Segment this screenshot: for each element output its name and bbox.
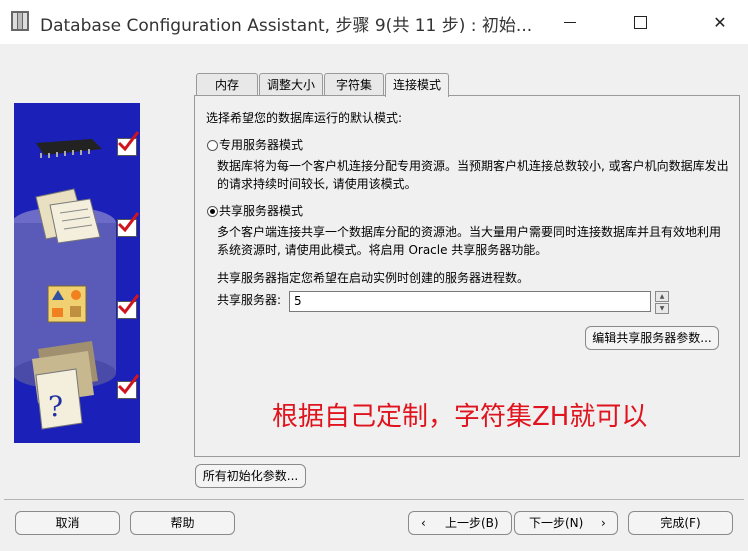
maximize-button[interactable] <box>612 0 668 44</box>
checkmark-icon <box>117 131 140 152</box>
back-button-label: 上一步(B) <box>445 516 499 530</box>
shared-server-radio[interactable] <box>207 206 218 217</box>
tab-sizing[interactable]: 调整大小 <box>259 73 323 96</box>
tab-memory[interactable]: 内存 <box>196 73 258 96</box>
help-button[interactable]: 帮助 <box>130 511 235 535</box>
edit-shared-server-params-button[interactable]: 编辑共享服务器参数... <box>585 326 719 350</box>
step-check-1 <box>117 131 140 156</box>
mode-prompt: 选择希望您的数据库运行的默认模式: <box>206 111 403 125</box>
chevron-left-icon: ‹ <box>421 516 426 530</box>
next-button-label: 下一步(N) <box>529 516 584 530</box>
step-check-2 <box>117 212 140 237</box>
database-app-icon <box>11 11 29 31</box>
maximize-icon <box>633 15 647 29</box>
spinner-down-icon[interactable]: ▼ <box>655 303 669 314</box>
dedicated-server-label[interactable]: 专用服务器模式 <box>219 137 303 154</box>
shared-servers-spinner[interactable]: ▲ ▼ <box>655 291 669 314</box>
checkmark-icon <box>117 212 140 233</box>
dedicated-server-desc-1: 数据库将为每一个客户机连接分配专用资源。当预期客户机连接总数较小, 或客户机向数… <box>217 159 729 173</box>
shared-server-label[interactable]: 共享服务器模式 <box>219 203 303 220</box>
red-annotation: 根据自己定制，字符集ZH就可以 <box>272 402 648 432</box>
title-bar: Database Configuration Assistant, 步骤 9(共… <box>0 0 748 44</box>
checkmark-icon <box>117 374 140 395</box>
memory-chip-icon <box>36 139 102 158</box>
step-check-3 <box>117 294 140 319</box>
folders-help-icon: ? <box>32 341 98 430</box>
minimize-icon <box>564 21 576 23</box>
spinner-up-icon[interactable]: ▲ <box>655 291 669 302</box>
all-init-params-button[interactable]: 所有初始化参数... <box>195 464 306 488</box>
tab-connection-mode[interactable]: 连接模式 <box>385 73 449 97</box>
footer-divider <box>4 499 744 500</box>
shapes-icon <box>47 285 87 323</box>
cancel-button[interactable]: 取消 <box>15 511 120 535</box>
next-button[interactable]: 下一步(N) › <box>514 511 618 535</box>
minimize-button[interactable] <box>542 0 598 44</box>
documents-icon <box>35 188 101 244</box>
svg-text:?: ? <box>48 390 63 423</box>
dedicated-server-desc-2: 的请求持续时间较长, 请使用该模式。 <box>217 177 417 191</box>
tab-character-sets[interactable]: 字符集 <box>324 73 384 96</box>
shared-servers-note: 共享服务器指定您希望在启动实例时创建的服务器进程数。 <box>217 271 530 285</box>
close-button[interactable]: ✕ <box>692 0 748 44</box>
back-button[interactable]: ‹ 上一步(B) <box>408 511 512 535</box>
checkmark-icon <box>117 294 140 315</box>
shared-servers-input[interactable]: 5 <box>289 291 651 312</box>
dedicated-server-radio[interactable] <box>207 140 218 151</box>
chevron-right-icon: › <box>601 516 606 530</box>
shared-servers-label: 共享服务器: <box>217 293 282 307</box>
close-icon: ✕ <box>713 12 727 32</box>
shared-server-desc-2: 系统资源时, 请使用此模式。将启用 Oracle 共享服务器功能。 <box>217 243 548 257</box>
step-check-4 <box>117 374 140 399</box>
window-title: Database Configuration Assistant, 步骤 9(共… <box>40 16 533 36</box>
wizard-graphic: ? <box>14 103 140 443</box>
finish-button[interactable]: 完成(F) <box>628 511 733 535</box>
shared-server-desc-1: 多个客户端连接共享一个数据库分配的资源池。当大量用户需要同时连接数据库并且有效地… <box>217 225 722 239</box>
